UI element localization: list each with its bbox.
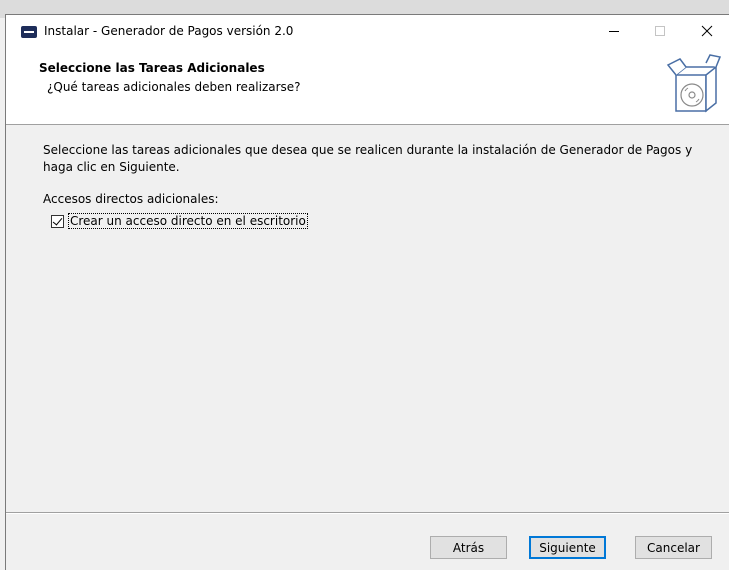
maximize-icon bbox=[655, 26, 665, 36]
minimize-button[interactable] bbox=[591, 15, 637, 47]
page-subtitle: ¿Qué tareas adicionales deben realizarse… bbox=[47, 80, 301, 94]
title-bar[interactable]: Instalar - Generador de Pagos versión 2.… bbox=[6, 15, 729, 47]
next-button[interactable]: Siguiente bbox=[529, 536, 606, 559]
window-title: Instalar - Generador de Pagos versión 2.… bbox=[44, 24, 294, 38]
task-label[interactable]: Crear un acceso directo en el escritorio bbox=[68, 213, 308, 229]
minimize-icon bbox=[609, 30, 619, 32]
shortcuts-group-label: Accesos directos adicionales: bbox=[43, 192, 219, 206]
cancel-button[interactable]: Cancelar bbox=[635, 536, 712, 559]
installer-app-icon bbox=[21, 26, 37, 38]
description-text: Seleccione las tareas adicionales que de… bbox=[43, 143, 693, 174]
checkbox-checked-icon[interactable] bbox=[51, 214, 64, 228]
task-checkbox-desktop-shortcut[interactable]: Crear un acceso directo en el escritorio bbox=[51, 213, 308, 229]
wizard-body: Seleccione las tareas adicionales que de… bbox=[6, 126, 729, 512]
wizard-footer: Atrás Siguiente Cancelar bbox=[6, 512, 729, 570]
maximize-button bbox=[637, 15, 683, 47]
page-title: Seleccione las Tareas Adicionales bbox=[39, 61, 265, 75]
wizard-header: Seleccione las Tareas Adicionales ¿Qué t… bbox=[6, 47, 729, 125]
back-button[interactable]: Atrás bbox=[430, 536, 507, 559]
software-box-cd-icon bbox=[666, 54, 722, 113]
installer-window: Instalar - Generador de Pagos versión 2.… bbox=[5, 14, 729, 570]
close-button[interactable] bbox=[684, 15, 729, 47]
close-icon bbox=[701, 25, 713, 37]
